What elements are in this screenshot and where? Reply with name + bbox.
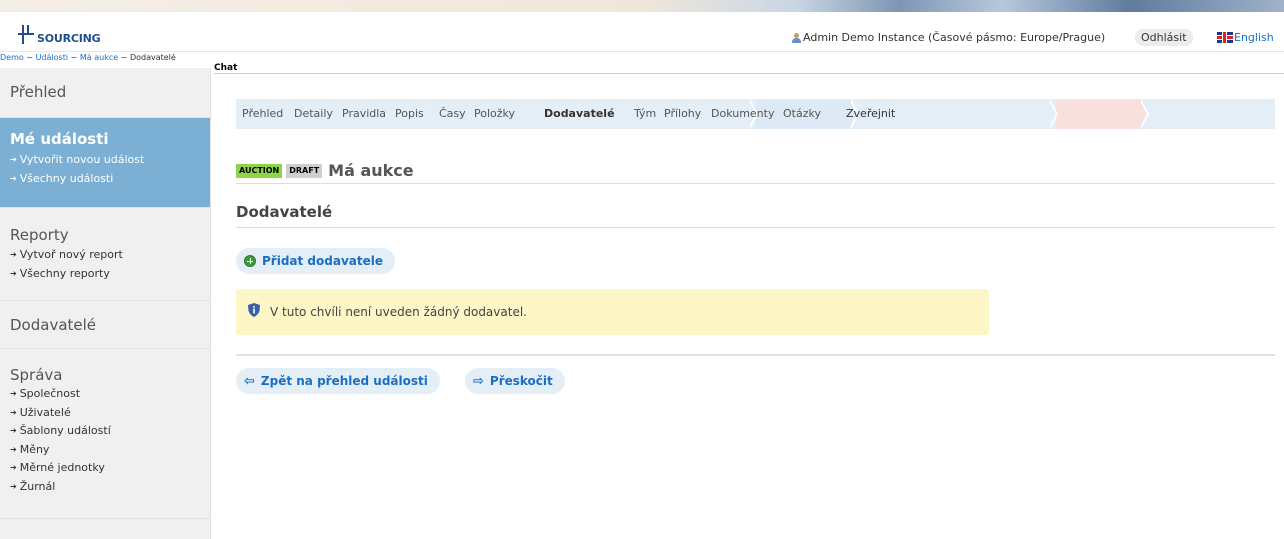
arrow-left-icon: ⇦	[244, 373, 255, 389]
breadcrumb-current: Dodavatelé	[129, 53, 176, 62]
step-overview[interactable]: Přehled	[242, 99, 283, 129]
step-chevron-icon	[1139, 99, 1147, 129]
auction-badge: AUCTION	[236, 163, 283, 178]
sidebar-admin-title[interactable]: Správa	[10, 366, 210, 384]
sidebar-item-journal[interactable]: Žurnál	[10, 478, 210, 497]
header: SOURCING Admin Demo Instance (Časové pás…	[0, 12, 1284, 52]
plus-circle-icon	[244, 255, 256, 267]
breadcrumb-link[interactable]: Demo	[0, 53, 24, 62]
user-info-text: Admin Demo Instance (Časové pásmo: Europ…	[803, 31, 1106, 44]
step-questions[interactable]: Otázky	[783, 99, 821, 129]
divider	[236, 354, 1275, 356]
sidebar-item-create-event[interactable]: Vytvořit novou událost	[10, 151, 210, 170]
breadcrumb-link[interactable]: Události	[36, 53, 68, 62]
logo[interactable]: SOURCING	[18, 21, 101, 45]
top-banner	[0, 0, 1284, 12]
sidebar-item-all-events[interactable]: Všechny události	[10, 170, 210, 189]
breadcrumb-sep: ~	[118, 53, 130, 62]
step-times[interactable]: Časy	[439, 99, 466, 129]
event-title: Má aukce	[328, 161, 414, 180]
step-documents[interactable]: Dokumenty	[711, 99, 774, 129]
language-switch[interactable]: English	[1217, 31, 1274, 44]
breadcrumb-sep: ~	[68, 53, 80, 62]
logo-mark-icon	[18, 25, 36, 45]
breadcrumb-sep: ~	[23, 53, 36, 62]
step-team[interactable]: Tým	[634, 99, 656, 129]
skip-label: Přeskočit	[489, 374, 553, 388]
step-details[interactable]: Detaily	[294, 99, 333, 129]
sidebar-overview-label: Přehled	[10, 83, 67, 101]
shield-info-icon	[248, 303, 260, 317]
sidebar-item-new-report[interactable]: Vytvoř nový report	[10, 246, 210, 265]
step-items[interactable]: Položky	[474, 99, 515, 129]
sidebar-item-currencies[interactable]: Měny	[10, 441, 210, 460]
back-label: Zpět na přehled události	[260, 374, 428, 388]
logout-button[interactable]: Odhlásit	[1135, 29, 1193, 46]
chat-bar[interactable]: Chat	[214, 63, 1284, 74]
step-chevron-icon	[1048, 99, 1056, 129]
draft-badge: DRAFT	[286, 163, 323, 178]
add-supplier-label: Přidat dodavatele	[262, 254, 383, 268]
sidebar-my-events: Mé události Vytvořit novou událost Všech…	[0, 118, 210, 208]
sidebar-reports-title[interactable]: Reporty	[10, 226, 210, 244]
sidebar-item-event-templates[interactable]: Šablony událostí	[10, 422, 210, 441]
section-title: Dodavatelé	[236, 203, 1275, 228]
user-info: Admin Demo Instance (Časové pásmo: Europ…	[792, 31, 1105, 44]
sidebar-item-company[interactable]: Společnost	[10, 385, 210, 404]
step-rules[interactable]: Pravidla	[342, 99, 386, 129]
sidebar-item-users[interactable]: Uživatelé	[10, 404, 210, 423]
logo-text: SOURCING	[37, 32, 101, 45]
notice-text: V tuto chvíli není uveden žádný dodavate…	[270, 305, 527, 319]
event-title-row: AUCTION DRAFT Má aukce	[236, 158, 1275, 184]
breadcrumb: Demo ~ Události ~ Má aukce ~ Dodavatelé	[0, 53, 176, 64]
language-label: English	[1234, 31, 1274, 44]
step-description[interactable]: Popis	[395, 99, 424, 129]
breadcrumb-link[interactable]: Má aukce	[80, 53, 118, 62]
arrow-right-icon: ⇨	[473, 373, 484, 389]
step-publish[interactable]: Zveřejnit	[846, 99, 895, 129]
sidebar-admin: Správa Společnost Uživatelé Šablony udál…	[0, 349, 210, 519]
back-to-overview-button[interactable]: ⇦ Zpět na přehled události	[236, 368, 440, 394]
sidebar: Přehled Mé události Vytvořit novou událo…	[0, 68, 211, 539]
chat-label: Chat	[214, 63, 238, 73]
sidebar-overview[interactable]: Přehled	[0, 68, 210, 118]
user-icon	[792, 32, 801, 43]
step-attachments[interactable]: Přílohy	[664, 99, 701, 129]
sidebar-reports: Reporty Vytvoř nový report Všechny repor…	[0, 208, 210, 301]
add-supplier-button[interactable]: Přidat dodavatele	[236, 248, 395, 274]
info-notice: V tuto chvíli není uveden žádný dodavate…	[236, 289, 989, 335]
uk-flag-icon	[1217, 32, 1233, 43]
wizard-steps: Přehled Detaily Pravidla Popis Časy Polo…	[236, 99, 1275, 129]
sidebar-suppliers[interactable]: Dodavatelé	[0, 301, 210, 349]
sidebar-suppliers-label: Dodavatelé	[10, 316, 97, 334]
skip-button[interactable]: ⇨ Přeskočit	[465, 368, 565, 394]
step-suppliers[interactable]: Dodavatelé	[544, 99, 615, 129]
sidebar-item-all-reports[interactable]: Všechny reporty	[10, 265, 210, 284]
sidebar-my-events-title[interactable]: Mé události	[10, 130, 210, 148]
sidebar-item-units[interactable]: Měrné jednotky	[10, 459, 210, 478]
publish-step-background	[1056, 99, 1140, 129]
